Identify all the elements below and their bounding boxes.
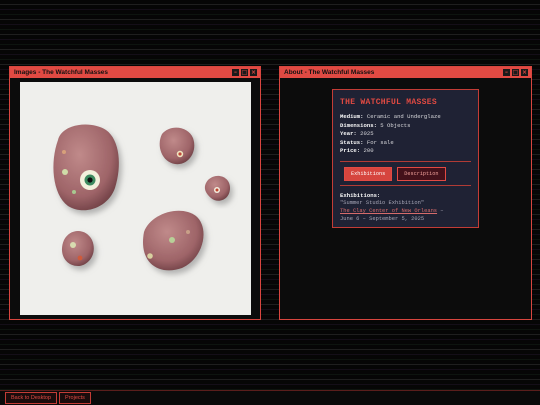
- exhibition-venue-link[interactable]: The Clay Center of New Orleans: [340, 208, 437, 214]
- minimize-icon[interactable]: –: [503, 69, 510, 76]
- maximize-icon[interactable]: □: [512, 69, 519, 76]
- field-label: Year:: [340, 130, 357, 138]
- exhibition-name: "Summer Studio Exhibition": [340, 199, 425, 206]
- field-price: Price: 200: [340, 147, 471, 156]
- field-dimensions: Dimensions: 5 Objects: [340, 122, 471, 131]
- artwork-photo: [20, 82, 251, 315]
- exhibition-separator: –: [437, 207, 444, 214]
- tab-description[interactable]: Description: [397, 166, 446, 181]
- field-year: Year: 2025: [340, 130, 471, 139]
- field-label: Dimensions:: [340, 121, 377, 129]
- divider: [340, 160, 471, 162]
- field-value: 5 Objects: [380, 121, 411, 129]
- field-value: For sale: [366, 138, 394, 146]
- about-window: About - The Watchful Masses – □ × THE WA…: [279, 66, 532, 320]
- field-value: Ceramic and Underglaze: [366, 113, 441, 120]
- tab-exhibitions[interactable]: Exhibitions: [344, 166, 393, 181]
- artwork-title: THE WATCHFUL MASSES: [340, 98, 437, 107]
- close-icon[interactable]: ×: [250, 69, 257, 76]
- field-status: Status: For sale: [340, 139, 471, 148]
- close-icon[interactable]: ×: [521, 69, 528, 76]
- maximize-icon[interactable]: □: [241, 69, 248, 76]
- projects-button[interactable]: Projects: [59, 392, 91, 404]
- images-window-titlebar[interactable]: Images - The Watchful Masses – □ ×: [10, 67, 260, 78]
- field-label: Medium:: [340, 113, 364, 120]
- exhibition-dates: June 6 – September 5, 2025: [340, 215, 425, 222]
- info-tabs: Exhibitions Description: [344, 166, 471, 181]
- field-medium: Medium: Ceramic and Underglaze: [340, 113, 471, 122]
- field-value: 2025: [360, 130, 374, 138]
- field-label: Status:: [340, 138, 364, 146]
- images-window: Images - The Watchful Masses – □ ×: [9, 66, 261, 320]
- field-label: Price:: [340, 147, 361, 155]
- field-value: 200: [363, 147, 374, 155]
- taskbar: Back to Desktop Projects: [0, 390, 540, 405]
- images-window-title: Images - The Watchful Masses: [14, 69, 109, 76]
- blob-bottom-left: [61, 231, 94, 266]
- blob-large: [53, 124, 119, 211]
- exhibition-venue-line: The Clay Center of New Orleans –: [340, 207, 471, 215]
- about-window-titlebar[interactable]: About - The Watchful Masses – □ ×: [280, 67, 531, 78]
- about-window-title: About - The Watchful Masses: [284, 69, 375, 76]
- artwork-info-card: THE WATCHFUL MASSES Medium: Ceramic and …: [332, 89, 479, 228]
- exhibitions-heading: Exhibitions:: [340, 191, 381, 199]
- back-to-desktop-button[interactable]: Back to Desktop: [5, 392, 58, 404]
- minimize-icon[interactable]: –: [232, 69, 239, 76]
- divider: [340, 184, 471, 186]
- ceramic-objects-image: [20, 82, 251, 315]
